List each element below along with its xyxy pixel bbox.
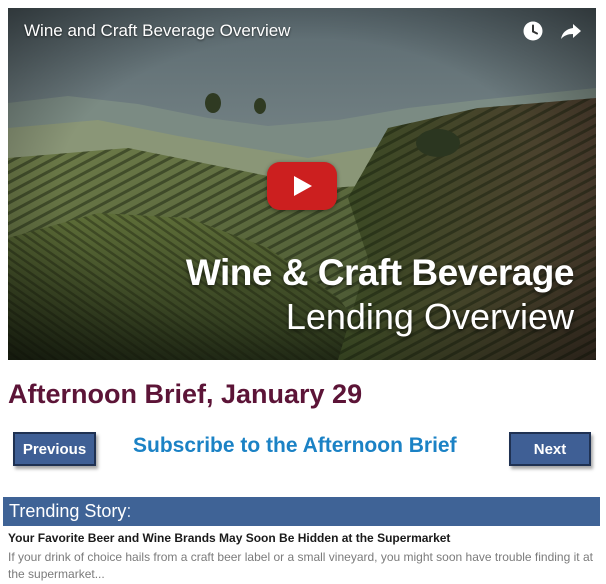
trending-label: Trending Story xyxy=(9,501,127,521)
next-button[interactable]: Next xyxy=(509,432,591,466)
share-icon[interactable] xyxy=(560,20,582,42)
play-button[interactable] xyxy=(267,162,337,210)
video-actions xyxy=(522,20,582,42)
video-overlay-subheadline: Lending Overview xyxy=(285,296,574,337)
story-title-link[interactable]: Your Favorite Beer and Wine Brands May S… xyxy=(8,531,450,545)
trending-colon: : xyxy=(126,501,132,521)
trending-header: Trending Story: xyxy=(3,497,600,526)
watch-later-icon[interactable] xyxy=(522,20,544,42)
video-player[interactable]: Wine and Craft Beverage Overview Wine & … xyxy=(8,8,596,360)
video-title[interactable]: Wine and Craft Beverage Overview xyxy=(24,21,290,41)
page-title: Afternoon Brief, January 29 xyxy=(8,379,363,409)
previous-button[interactable]: Previous xyxy=(13,432,96,466)
video-overlay-headline: Wine & Craft Beverage xyxy=(185,252,575,293)
subscribe-link[interactable]: Subscribe to the Afternoon Brief xyxy=(133,434,457,458)
story-excerpt: If your drink of choice hails from a cra… xyxy=(8,550,593,581)
play-icon xyxy=(294,176,312,196)
